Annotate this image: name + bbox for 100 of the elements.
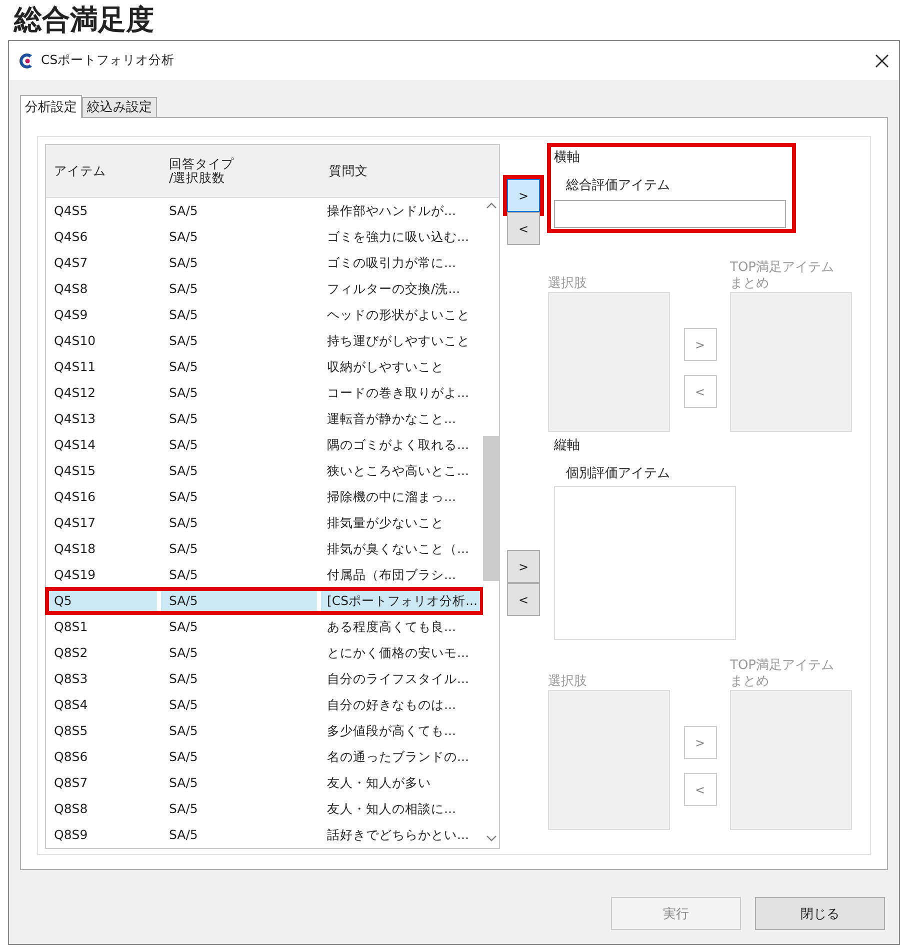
table-cell-text: SA/5 bbox=[168, 254, 199, 272]
table-cell-text: SA/5 bbox=[168, 644, 199, 662]
table-cell-text: 掃除機の中に溜まっ... bbox=[326, 488, 457, 506]
table-cell-text: SA/5 bbox=[168, 488, 199, 506]
window-title: CSポートフォリオ分析 bbox=[41, 52, 176, 69]
table-cell-text: Q4S18 bbox=[53, 540, 97, 558]
list-row[interactable]: Q4S9 SA/5 ヘッドの形状がよいこと bbox=[46, 302, 483, 328]
table-cell-text: 狭いところや高いとこ... bbox=[326, 462, 470, 480]
table-cell-text: Q4S6 bbox=[53, 228, 89, 246]
table-cell-text: SA/5 bbox=[168, 774, 199, 792]
list-row[interactable]: Q8S6 SA/5 名の通ったブランドの... bbox=[46, 744, 483, 770]
footer-button[interactable]: 閉じる bbox=[755, 897, 885, 930]
table-cell-text: Q4S11 bbox=[53, 358, 97, 376]
choices-label: 選択肢 bbox=[548, 673, 588, 690]
table-cell-text: SA/5 bbox=[168, 384, 199, 402]
scroll-thumb[interactable] bbox=[483, 436, 499, 581]
list-row[interactable]: Q4S6 SA/5 ゴミを強力に吸い込む... bbox=[46, 224, 483, 250]
table-cell-text: SA/5 bbox=[168, 826, 199, 844]
list-row[interactable]: Q8S2 SA/5 とにかく価格の安いモ... bbox=[46, 640, 483, 666]
table-cell-text: SA/5 bbox=[168, 670, 199, 688]
list-row[interactable]: Q4S19 SA/5 付属品（布団ブラシ... bbox=[46, 562, 483, 588]
list-row[interactable]: Q4S15 SA/5 狭いところや高いとこ... bbox=[46, 458, 483, 484]
table-cell: SA/5 bbox=[161, 591, 317, 611]
table-cell-text: SA/5 bbox=[168, 410, 199, 428]
table-cell-text: ゴミの吸引力が常に... bbox=[326, 254, 457, 272]
table-cell-text: ゴミを強力に吸い込む... bbox=[326, 228, 470, 246]
table-cell-text: 排気量が少ないこと bbox=[326, 514, 445, 532]
table-cell: Q5 bbox=[46, 591, 157, 611]
list-row[interactable]: Q4S7 SA/5 ゴミの吸引力が常に... bbox=[46, 250, 483, 276]
list-row[interactable]: Q4S16 SA/5 掃除機の中に溜まっ... bbox=[46, 484, 483, 510]
tab[interactable]: 絞込み設定 bbox=[82, 97, 157, 117]
table-cell-text: SA/5 bbox=[168, 358, 199, 376]
list-row[interactable]: Q8S8 SA/5 友人・知人の相談に... bbox=[46, 796, 483, 822]
table-cell-text: Q8S6 bbox=[53, 748, 89, 766]
column-header: 質問文 bbox=[328, 164, 369, 178]
table-cell-text: フィルターの交換/洗... bbox=[326, 280, 462, 298]
table-cell-text: Q4S14 bbox=[53, 436, 97, 454]
table-cell-text: SA/5 bbox=[168, 800, 199, 818]
table-cell-text: 排気が臭くないこと（... bbox=[326, 540, 470, 558]
list-row[interactable]: Q8S1 SA/5 ある程度高くても良... bbox=[46, 614, 483, 640]
table-cell-text: 運転音が静かなこと... bbox=[326, 410, 457, 428]
field-label: 総合評価アイテム bbox=[565, 177, 671, 194]
table-cell-text: ある程度高くても良... bbox=[326, 618, 457, 636]
list-row[interactable]: Q8S4 SA/5 自分の好きなものは... bbox=[46, 692, 483, 718]
list-row[interactable]: Q8S9 SA/5 話好きでどちらかとい... bbox=[46, 822, 483, 848]
table-cell-text: SA/5 bbox=[168, 722, 199, 740]
table-cell-text: Q8S8 bbox=[53, 800, 89, 818]
list-row[interactable]: Q8S5 SA/5 多少値段が高くても... bbox=[46, 718, 483, 744]
table-cell-text: Q4S7 bbox=[53, 254, 89, 272]
table-cell-text: SA/5 bbox=[168, 566, 199, 584]
table-cell: [CSポートフォリオ分析... bbox=[321, 591, 483, 611]
table-cell-text: Q4S19 bbox=[53, 566, 97, 584]
axis-label: 縦軸 bbox=[554, 437, 581, 454]
table-cell-text: とにかく価格の安いモ... bbox=[326, 644, 470, 662]
list-row[interactable]: Q8S7 SA/5 友人・知人が多い bbox=[46, 770, 483, 796]
table-cell-text: 付属品（布団ブラシ... bbox=[326, 566, 457, 584]
table-cell-text: Q4S9 bbox=[53, 306, 89, 324]
table-cell-text: Q8S5 bbox=[53, 722, 89, 740]
table-cell-text: Q4S16 bbox=[53, 488, 97, 506]
list-row[interactable]: Q4S14 SA/5 隅のゴミがよく取れる... bbox=[46, 432, 483, 458]
table-cell-text: Q4S17 bbox=[53, 514, 97, 532]
close-icon[interactable] bbox=[875, 54, 889, 68]
tab[interactable]: 分析設定 bbox=[20, 95, 82, 118]
table-cell-text: SA/5 bbox=[168, 696, 199, 714]
table-cell-text: Q4S12 bbox=[53, 384, 97, 402]
choices-label: 選択肢 bbox=[548, 275, 588, 292]
table-cell-text: SA/5 bbox=[168, 228, 199, 246]
table-cell-text: 自分のライフスタイル... bbox=[326, 670, 470, 688]
table-cell-text: Q8S4 bbox=[53, 696, 89, 714]
app-logo-icon bbox=[19, 52, 35, 68]
list-row[interactable]: Q4S17 SA/5 排気量が少ないこと bbox=[46, 510, 483, 536]
list-row[interactable]: Q5 SA/5 [CSポートフォリオ分析... bbox=[46, 588, 483, 614]
table-cell-text: 操作部やハンドルが... bbox=[326, 202, 457, 220]
table-cell-text: Q4S13 bbox=[53, 410, 97, 428]
table-cell-text: SA/5 bbox=[168, 748, 199, 766]
list-row[interactable]: Q4S13 SA/5 運転音が静かなこと... bbox=[46, 406, 483, 432]
table-cell-text: コードの巻き取りがよ... bbox=[326, 384, 470, 402]
table-cell-text: 持ち運びがしやすいこと bbox=[326, 332, 471, 350]
table-cell-text: SA/5 bbox=[168, 202, 199, 220]
table-cell-text: Q8S2 bbox=[53, 644, 89, 662]
list-row[interactable]: Q4S11 SA/5 収納がしやすいこと bbox=[46, 354, 483, 380]
table-cell-text: Q4S5 bbox=[53, 202, 89, 220]
table-cell-text: Q4S15 bbox=[53, 462, 97, 480]
list-row[interactable]: Q4S10 SA/5 持ち運びがしやすいこと bbox=[46, 328, 483, 354]
list-row[interactable]: Q4S18 SA/5 排気が臭くないこと（... bbox=[46, 536, 483, 562]
table-cell-text: SA/5 bbox=[168, 618, 199, 636]
table-cell-text: SA/5 bbox=[168, 436, 199, 454]
list-row[interactable]: Q4S5 SA/5 操作部やハンドルが... bbox=[46, 198, 483, 224]
table-cell-text: 名の通ったブランドの... bbox=[326, 748, 470, 766]
list-row[interactable]: Q4S12 SA/5 コードの巻き取りがよ... bbox=[46, 380, 483, 406]
top-items-label: まとめ bbox=[730, 276, 769, 292]
scroll-up-icon[interactable] bbox=[486, 202, 497, 209]
scroll-down-icon[interactable] bbox=[486, 835, 497, 842]
list-row[interactable]: Q4S8 SA/5 フィルターの交換/洗... bbox=[46, 276, 483, 302]
table-cell-text: SA/5 bbox=[168, 514, 199, 532]
list-row[interactable]: Q8S3 SA/5 自分のライフスタイル... bbox=[46, 666, 483, 692]
top-items-label: まとめ bbox=[730, 674, 769, 690]
table-cell-text: SA/5 bbox=[168, 332, 199, 350]
top-items-label: TOP満足アイテム bbox=[730, 658, 834, 674]
table-cell-text: SA/5 bbox=[168, 306, 199, 324]
